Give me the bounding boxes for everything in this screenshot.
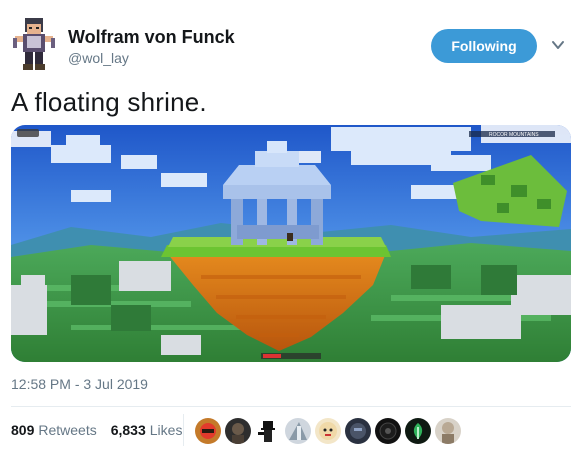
liker-avatar[interactable] [435,418,461,444]
liker-avatar[interactable] [375,418,401,444]
tweet-image[interactable]: ROCOR MOUNTAINS [11,125,571,362]
liker-avatars [195,418,461,444]
author-avatar[interactable] [11,16,57,72]
likes-label: Likes [149,422,183,438]
liker-avatar[interactable] [285,418,311,444]
liker-avatar[interactable] [255,418,281,444]
liker-avatar[interactable] [225,418,251,444]
retweets-count: 809 [11,422,35,438]
likes-stat[interactable]: 6,833 Likes [111,422,183,438]
divider [11,406,571,407]
author-name[interactable]: Wolfram von Funck [68,27,235,48]
following-button[interactable]: Following [431,29,537,63]
liker-avatar[interactable] [315,418,341,444]
liker-avatar[interactable] [195,418,221,444]
tweet-stats: 809 Retweets 6,833 Likes [11,422,182,438]
retweets-label: Retweets [38,422,97,438]
retweets-stat[interactable]: 809 Retweets [11,422,97,438]
liker-avatar[interactable] [405,418,431,444]
stats-separator [183,414,184,446]
tweet-timestamp[interactable]: 12:58 PM - 3 Jul 2019 [11,376,148,392]
minimap-label: ROCOR MOUNTAINS [489,132,539,138]
chevron-down-icon[interactable] [551,38,565,52]
liker-avatar[interactable] [345,418,371,444]
tweet-text: A floating shrine. [11,87,207,117]
author-handle[interactable]: @wol_lay [68,50,129,66]
likes-count: 6,833 [110,422,146,438]
